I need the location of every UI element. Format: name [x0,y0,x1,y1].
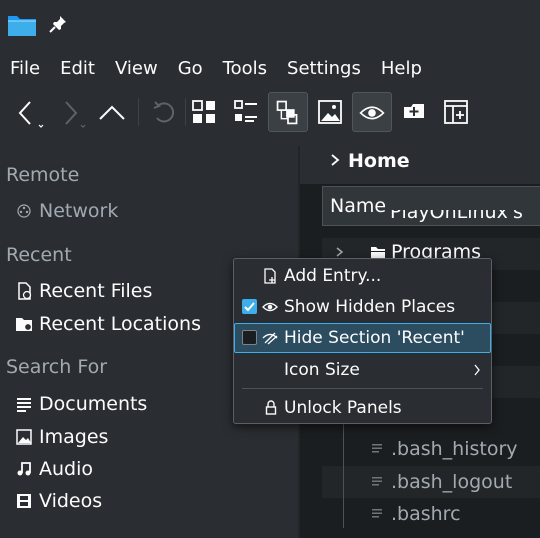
menu-help[interactable]: Help [371,58,432,79]
menu-item-label: Show Hidden Places [284,297,456,317]
file-name: .bash_logout [391,471,513,493]
menu-item-label: Unlock Panels [284,398,402,418]
menu-separator [242,388,483,389]
chevron-right-icon[interactable] [328,153,342,167]
toolbar [0,90,540,136]
menu-item-label: Hide Section 'Recent' [284,328,465,348]
text-file-icon [370,440,386,458]
undo-icon [153,101,175,123]
column-header-label: Name [330,195,387,217]
breadcrumb-home[interactable]: Home [348,150,410,172]
place-label: Videos [39,490,103,512]
compact-view-button[interactable] [226,92,266,132]
chevron-right-icon [474,364,480,376]
forward-icon [65,101,86,128]
file-row-bash-logout[interactable]: .bash_logout [370,471,512,493]
hidden-eye-icon [262,332,278,345]
add-document-icon [264,268,276,284]
forward-button[interactable] [52,92,92,132]
menu-item-icon-size[interactable]: Icon Size [234,355,491,385]
file-name: PlayOnLinux's vi [390,210,523,226]
section-header-remote: Remote [6,164,80,186]
icons-view-icon [192,100,215,123]
pin-icon[interactable] [48,14,68,34]
new-tab-button[interactable] [394,92,434,132]
lock-icon [265,400,277,415]
icons-view-button[interactable] [184,92,224,132]
up-icon [99,105,125,120]
place-audio[interactable]: Audio [14,458,93,480]
place-label: Recent Locations [39,313,201,335]
menu-go[interactable]: Go [168,58,213,79]
show-hidden-button[interactable] [352,92,392,132]
new-tab-icon [404,104,424,118]
title-bar [0,0,540,46]
back-icon [18,101,44,128]
places-context-menu: Add Entry... Show Hidden Places Hide Sec… [233,258,492,424]
chevron-right-icon[interactable] [334,246,346,258]
compact-view-icon [234,100,257,122]
menu-item-label: Add Entry... [284,266,382,286]
network-icon [14,201,34,221]
dolphin-folder-icon[interactable] [7,13,37,37]
place-documents[interactable]: Documents [14,393,147,415]
place-recent-files[interactable]: Recent Files [14,280,152,302]
show-hidden-icon [359,106,385,120]
place-network[interactable]: Network [14,200,118,222]
file-row-bashrc[interactable]: .bashrc [370,503,461,525]
file-row-partial[interactable]: PlayOnLinux's vi [390,210,540,226]
menu-item-unlock-panels[interactable]: Unlock Panels [234,393,491,423]
eye-icon [262,302,278,312]
undo-button[interactable] [143,92,183,132]
menu-view[interactable]: View [105,58,168,79]
preview-button[interactable] [310,92,350,132]
text-file-icon [370,505,386,523]
checkbox-unchecked[interactable] [242,330,257,345]
menu-item-hide-section[interactable]: Hide Section 'Recent' [234,323,491,353]
menu-edit[interactable]: Edit [50,58,105,79]
place-recent-locations[interactable]: Recent Locations [14,313,201,335]
details-view-button[interactable] [268,92,308,132]
toolbar-separator [138,98,139,126]
preview-icon [318,100,342,124]
menu-tools[interactable]: Tools [213,58,277,79]
text-file-icon [370,473,386,491]
recent-files-icon [14,281,34,301]
checkmark-icon [244,302,255,312]
checkbox-checked[interactable] [242,299,257,314]
menu-item-label: Icon Size [284,360,360,380]
section-header-recent: Recent [6,244,72,266]
file-name: .bashrc [391,503,461,525]
audio-icon [14,459,34,479]
breadcrumb: Home [300,140,540,184]
split-button[interactable] [436,92,476,132]
tree-line [343,418,344,528]
recent-locations-icon [14,314,34,334]
up-button[interactable] [92,92,132,132]
menu-file[interactable]: File [0,58,50,79]
split-icon [444,100,468,124]
place-label: Audio [39,458,94,480]
menu-bar: File Edit View Go Tools Settings Help [0,52,540,84]
section-header-search: Search For [6,356,108,378]
file-name: .bash_history [391,438,518,460]
file-row-bash-history[interactable]: .bash_history [370,438,518,460]
videos-icon [14,491,34,511]
details-view-icon [276,100,298,125]
menu-item-add-entry[interactable]: Add Entry... [234,261,491,291]
place-label: Recent Files [39,280,153,302]
place-label: Documents [39,393,148,415]
back-button[interactable] [8,92,48,132]
place-label: Images [39,426,109,448]
place-images[interactable]: Images [14,426,108,448]
place-videos[interactable]: Videos [14,490,102,512]
menu-settings[interactable]: Settings [277,58,371,79]
place-label: Network [39,200,119,222]
menu-item-show-hidden-places[interactable]: Show Hidden Places [234,292,491,322]
documents-icon [14,394,34,414]
images-icon [14,427,34,447]
